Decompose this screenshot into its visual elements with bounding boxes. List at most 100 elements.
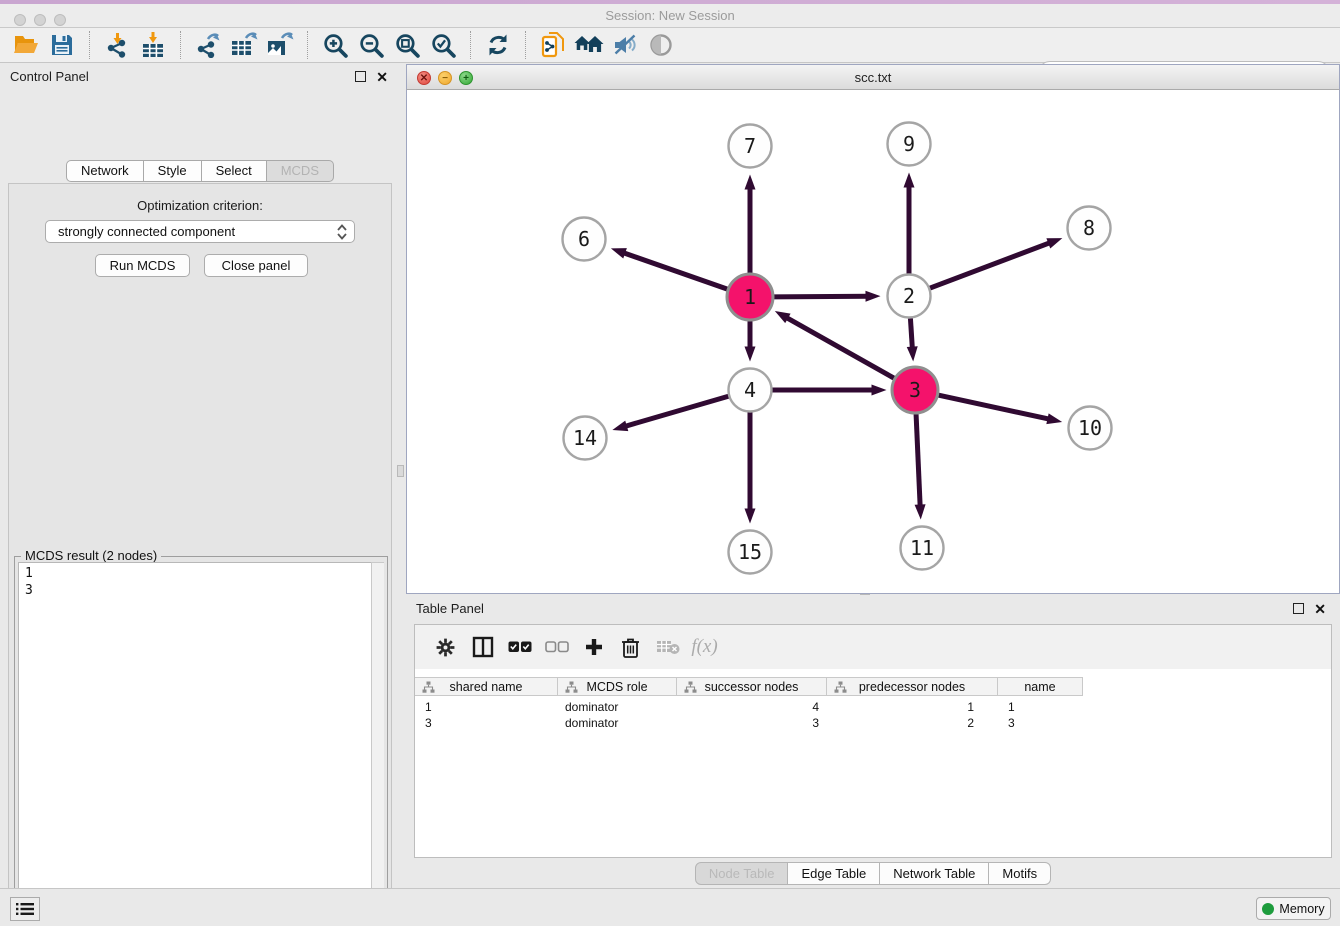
graph-edge-arrowhead	[745, 509, 756, 524]
graph-edge-3-1[interactable]	[784, 316, 895, 379]
clone-network-icon[interactable]	[535, 29, 571, 61]
close-panel-icon[interactable]: ✕	[376, 68, 388, 86]
cell-name[interactable]: 3	[998, 715, 1083, 731]
refresh-icon[interactable]	[480, 29, 516, 61]
graph-edge-1-2[interactable]	[772, 296, 869, 297]
tab-edge-table[interactable]: Edge Table	[788, 862, 880, 885]
graph-edge-2-3[interactable]	[910, 318, 912, 350]
graph-edge-3-10[interactable]	[937, 395, 1051, 420]
save-session-icon[interactable]	[44, 29, 80, 61]
status-bar: Memory	[0, 888, 1340, 926]
table-panel-header: Table Panel ✕	[406, 596, 1340, 622]
network-canvas[interactable]: 1234678910111415	[406, 90, 1340, 594]
vertical-split-handle[interactable]	[397, 465, 404, 477]
float-table-panel-icon[interactable]	[1293, 603, 1304, 614]
cell-shared-name[interactable]: 1	[415, 699, 558, 715]
table-panel: Table Panel ✕	[406, 596, 1340, 886]
delete-table-icon[interactable]	[649, 632, 686, 662]
control-panel-header: Control Panel ✕	[0, 64, 400, 90]
graph-edge-1-6[interactable]	[621, 252, 728, 290]
cell-successor-nodes[interactable]: 4	[677, 699, 827, 715]
export-table-icon[interactable]	[226, 29, 262, 61]
tab-style[interactable]: Style	[144, 160, 202, 182]
cell-successor-nodes[interactable]: 3	[677, 715, 827, 731]
table-row[interactable]: 3 dominator 3 2 3	[415, 715, 1083, 731]
graph-node-label: 15	[738, 540, 762, 564]
network-graph[interactable]: 1234678910111415	[407, 90, 1339, 592]
cell-predecessor-nodes[interactable]: 2	[827, 715, 998, 731]
network-window-titlebar[interactable]: ✕ − + scc.txt	[406, 64, 1340, 90]
column-type-icon	[684, 681, 697, 694]
graph-edge-2-8[interactable]	[930, 242, 1052, 288]
close-table-panel-icon[interactable]: ✕	[1314, 600, 1326, 618]
graph-node-label: 1	[744, 285, 756, 309]
table-row[interactable]: 1 dominator 4 1 1	[415, 699, 1083, 715]
graph-edge-arrowhead	[612, 421, 628, 432]
toolbar-separator	[307, 31, 308, 59]
control-panel-title: Control Panel	[10, 69, 89, 84]
graph-edge-arrowhead	[907, 346, 918, 361]
first-neighbors-icon[interactable]	[571, 29, 607, 61]
close-panel-button[interactable]: Close panel	[204, 254, 308, 277]
mcds-result-text[interactable]: 1 3	[18, 562, 384, 926]
graph-edge-arrowhead	[904, 173, 915, 188]
tab-network-table[interactable]: Network Table	[880, 862, 989, 885]
tab-mcds[interactable]: MCDS	[267, 160, 334, 182]
optimization-criterion-label: Optimization criterion:	[9, 198, 391, 213]
graph-node-label: 9	[903, 132, 915, 156]
column-header-successor-nodes[interactable]: successor nodes	[677, 677, 827, 696]
import-table-icon[interactable]	[135, 29, 171, 61]
cell-predecessor-nodes[interactable]: 1	[827, 699, 998, 715]
zoom-out-icon[interactable]	[353, 29, 389, 61]
settings-gear-icon[interactable]	[427, 632, 464, 662]
graph-edge-arrowhead	[915, 504, 926, 519]
graph-node-label: 4	[744, 378, 756, 402]
hide-selected-icon[interactable]	[607, 29, 643, 61]
tab-motifs[interactable]: Motifs	[989, 862, 1051, 885]
show-hidden-icon[interactable]	[643, 29, 679, 61]
float-panel-icon[interactable]	[355, 71, 366, 82]
column-header-shared-name[interactable]: shared name	[415, 677, 558, 696]
graph-node-label: 2	[903, 284, 915, 308]
cell-mcds-role[interactable]: dominator	[558, 715, 677, 731]
result-scrollbar[interactable]	[371, 562, 384, 926]
criterion-select[interactable]: strongly connected component	[45, 220, 355, 243]
zoom-in-icon[interactable]	[317, 29, 353, 61]
add-row-icon[interactable]	[575, 632, 612, 662]
graph-node-label: 6	[578, 227, 590, 251]
show-columns-icon[interactable]	[464, 632, 501, 662]
graph-node-label: 14	[573, 426, 597, 450]
cell-shared-name[interactable]: 3	[415, 715, 558, 731]
cell-name[interactable]: 1	[998, 699, 1083, 715]
graph-node-label: 7	[744, 134, 756, 158]
graph-edge-arrowhead	[611, 248, 627, 258]
function-builder-icon[interactable]: f(x)	[686, 632, 723, 662]
export-image-icon[interactable]	[262, 29, 298, 61]
deselect-all-icon[interactable]	[538, 632, 575, 662]
column-header-predecessor-nodes[interactable]: predecessor nodes	[827, 677, 998, 696]
tab-network[interactable]: Network	[66, 160, 144, 182]
tab-select[interactable]: Select	[202, 160, 267, 182]
cell-mcds-role[interactable]: dominator	[558, 699, 677, 715]
task-history-button[interactable]	[10, 897, 40, 921]
delete-row-icon[interactable]	[612, 632, 649, 662]
export-network-icon[interactable]	[190, 29, 226, 61]
memory-button[interactable]: Memory	[1256, 897, 1331, 920]
graph-edge-3-11[interactable]	[916, 412, 920, 508]
mcds-result-group: MCDS result (2 nodes) 1 3	[14, 556, 388, 926]
toolbar-separator	[525, 31, 526, 59]
memory-status-icon	[1262, 903, 1274, 915]
select-stepper-icon	[336, 223, 348, 241]
graph-edge-4-14[interactable]	[623, 396, 728, 427]
column-header-mcds-role[interactable]: MCDS role	[558, 677, 677, 696]
graph-node-label: 11	[910, 536, 934, 560]
tab-node-table[interactable]: Node Table	[695, 862, 789, 885]
open-session-icon[interactable]	[8, 29, 44, 61]
criterion-value: strongly connected component	[58, 224, 235, 239]
import-network-icon[interactable]	[99, 29, 135, 61]
column-header-name[interactable]: name	[998, 677, 1083, 696]
zoom-selected-icon[interactable]	[425, 29, 461, 61]
run-mcds-button[interactable]: Run MCDS	[95, 254, 190, 277]
select-all-icon[interactable]	[501, 632, 538, 662]
zoom-fit-icon[interactable]	[389, 29, 425, 61]
